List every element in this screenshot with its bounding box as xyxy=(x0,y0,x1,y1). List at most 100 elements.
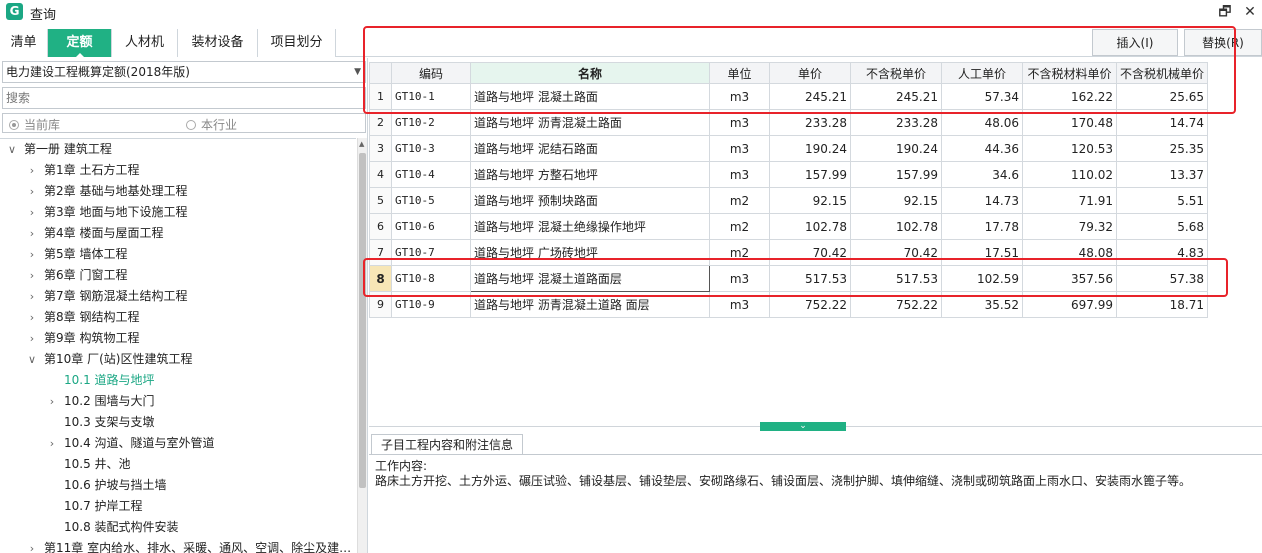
unit-cell[interactable]: m2 xyxy=(709,213,770,240)
material-price-cell[interactable]: 120.53 xyxy=(1022,135,1117,162)
tree-item[interactable]: 10.8 装配式构件安装 xyxy=(0,517,356,538)
table-row[interactable]: 5 GT10-5 道路与地坪 预制块路面 m2 92.15 92.15 14.73 71.91… xyxy=(369,187,1209,214)
name-cell[interactable]: 道路与地坪 预制块路面 xyxy=(470,187,710,214)
chevron-right-icon[interactable]: › xyxy=(26,181,38,202)
tree-item[interactable]: 10.5 井、池 xyxy=(0,454,356,475)
price-ex-tax-cell[interactable]: 190.24 xyxy=(850,135,942,162)
machine-price-cell[interactable]: 5.51 xyxy=(1115,187,1209,214)
radio-industry[interactable]: 本行业 xyxy=(186,116,237,133)
close-icon[interactable]: ✕ xyxy=(1240,2,1260,22)
price-header[interactable]: 单价 xyxy=(769,62,851,84)
code-cell[interactable]: GT10-9 xyxy=(391,291,471,318)
tab-work-content-info[interactable]: 子目工程内容和附注信息 xyxy=(371,434,524,455)
replace-button[interactable]: 替换(R) xyxy=(1184,29,1262,56)
code-header[interactable]: 编码 xyxy=(391,62,471,84)
tree-item[interactable]: › 第8章 钢结构工程 xyxy=(0,307,356,328)
code-cell[interactable]: GT10-3 xyxy=(391,135,471,162)
table-row[interactable]: 1 GT10-1 道路与地坪 混凝土路面 m3 245.21 245.21 57.34 162… xyxy=(369,83,1209,110)
name-cell[interactable]: 道路与地坪 混凝土绝缘操作地坪 xyxy=(470,213,710,240)
name-cell[interactable]: 道路与地坪 方整石地坪 xyxy=(470,161,710,188)
tree-item[interactable]: › 第9章 构筑物工程 xyxy=(0,328,356,349)
code-cell[interactable]: GT10-5 xyxy=(391,187,471,214)
chevron-right-icon[interactable]: › xyxy=(26,160,38,181)
price-cell[interactable]: 92.15 xyxy=(769,187,851,214)
code-cell[interactable]: GT10-6 xyxy=(391,213,471,240)
row-index[interactable]: 2 xyxy=(369,109,392,136)
chevron-right-icon[interactable]: › xyxy=(46,391,58,412)
row-index[interactable]: 6 xyxy=(369,213,392,240)
tree-item[interactable]: 10.7 护岸工程 xyxy=(0,496,356,517)
row-index[interactable]: 4 xyxy=(369,161,392,188)
tab-quota[interactable]: 定额 xyxy=(48,29,112,58)
chevron-right-icon[interactable]: › xyxy=(26,538,38,553)
price-ex-tax-cell[interactable]: 102.78 xyxy=(850,213,942,240)
chevron-down-icon[interactable]: ∨ xyxy=(26,349,38,370)
tab-equipment[interactable]: 装材设备 xyxy=(178,29,258,57)
scrollbar-thumb[interactable] xyxy=(359,153,366,488)
tab-labor-material-machine[interactable]: 人材机 xyxy=(112,29,178,57)
search-input[interactable] xyxy=(2,87,366,109)
quota-library-select[interactable]: 电力建设工程概算定额(2018年版) ▼ xyxy=(2,61,366,83)
material-price-cell[interactable]: 697.99 xyxy=(1022,291,1117,318)
row-index[interactable]: 9 xyxy=(369,291,392,318)
labor-price-cell[interactable]: 102.59 xyxy=(941,265,1023,292)
machine-price-cell[interactable]: 14.74 xyxy=(1115,109,1209,136)
machine-price-cell[interactable]: 18.71 xyxy=(1115,291,1209,318)
code-cell[interactable]: GT10-8 xyxy=(391,265,471,292)
machine-price-cell[interactable]: 25.65 xyxy=(1115,83,1209,110)
labor-price-cell[interactable]: 14.73 xyxy=(941,187,1023,214)
chevron-right-icon[interactable]: › xyxy=(26,244,38,265)
splitter-handle[interactable]: ⌄ xyxy=(760,422,846,431)
chevron-right-icon[interactable]: › xyxy=(26,265,38,286)
row-index[interactable]: 1 xyxy=(369,83,392,110)
chevron-right-icon[interactable]: › xyxy=(26,223,38,244)
unit-cell[interactable]: m3 xyxy=(709,135,770,162)
material-price-cell[interactable]: 170.48 xyxy=(1022,109,1117,136)
machine-price-cell[interactable]: 25.35 xyxy=(1115,135,1209,162)
tree-item[interactable]: 10.1 道路与地坪 xyxy=(0,370,356,391)
table-row[interactable]: 6 GT10-6 道路与地坪 混凝土绝缘操作地坪 m2 102.78 102.78 17.7… xyxy=(369,213,1209,240)
chevron-right-icon[interactable]: › xyxy=(26,307,38,328)
table-row[interactable]: 8 GT10-8 道路与地坪 混凝土道路面层 m3 517.53 517.53 102.59… xyxy=(369,265,1209,292)
chevron-down-icon[interactable]: ∨ xyxy=(6,139,18,160)
tree-item[interactable]: › 第3章 地面与地下设施工程 xyxy=(0,202,356,223)
material-price-cell[interactable]: 79.32 xyxy=(1022,213,1117,240)
unit-cell[interactable]: m2 xyxy=(709,239,770,266)
tab-list[interactable]: 清单 xyxy=(0,29,48,57)
price-cell[interactable]: 517.53 xyxy=(769,265,851,292)
unit-header[interactable]: 单位 xyxy=(709,62,770,84)
tree-item[interactable]: ∨ 第一册 建筑工程 xyxy=(0,139,356,160)
name-header[interactable]: 名称 xyxy=(470,62,710,84)
machine-price-cell[interactable]: 57.38 xyxy=(1115,265,1209,292)
row-index[interactable]: 8 xyxy=(369,265,392,292)
tree-item[interactable]: › 第5章 墙体工程 xyxy=(0,244,356,265)
chevron-right-icon[interactable]: › xyxy=(26,286,38,307)
material-price-cell[interactable]: 48.08 xyxy=(1022,239,1117,266)
code-cell[interactable]: GT10-4 xyxy=(391,161,471,188)
machine-price-cell[interactable]: 4.83 xyxy=(1115,239,1209,266)
price-cell[interactable]: 233.28 xyxy=(769,109,851,136)
labor-price-cell[interactable]: 44.36 xyxy=(941,135,1023,162)
material-price-cell[interactable]: 110.02 xyxy=(1022,161,1117,188)
tree-item[interactable]: › 第6章 门窗工程 xyxy=(0,265,356,286)
unit-cell[interactable]: m3 xyxy=(709,83,770,110)
tree-item[interactable]: 10.6 护坡与挡土墙 xyxy=(0,475,356,496)
table-row[interactable]: 3 GT10-3 道路与地坪 泥结石路面 m3 190.24 190.24 44.36 120… xyxy=(369,135,1209,162)
tree-scrollbar[interactable]: ▲ xyxy=(357,138,367,553)
price-ex-tax-cell[interactable]: 92.15 xyxy=(850,187,942,214)
table-row[interactable]: 2 GT10-2 道路与地坪 沥青混凝土路面 m3 233.28 233.28 48.06 1… xyxy=(369,109,1209,136)
price-cell[interactable]: 190.24 xyxy=(769,135,851,162)
price-ex-tax-cell[interactable]: 70.42 xyxy=(850,239,942,266)
labor-price-cell[interactable]: 57.34 xyxy=(941,83,1023,110)
tree-item[interactable]: › 第7章 钢筋混凝土结构工程 xyxy=(0,286,356,307)
labor-price-cell[interactable]: 34.6 xyxy=(941,161,1023,188)
radio-current-library[interactable]: 当前库 xyxy=(9,116,60,133)
material-price-cell[interactable]: 162.22 xyxy=(1022,83,1117,110)
table-row[interactable]: 9 GT10-9 道路与地坪 沥青混凝土道路 面层 m3 752.22 752.22 35.… xyxy=(369,291,1209,318)
unit-cell[interactable]: m2 xyxy=(709,187,770,214)
code-cell[interactable]: GT10-1 xyxy=(391,83,471,110)
chevron-right-icon[interactable]: › xyxy=(26,202,38,223)
price-ex-tax-cell[interactable]: 752.22 xyxy=(850,291,942,318)
machine-price-header[interactable]: 不含税机械单价 xyxy=(1115,62,1209,84)
price-cell[interactable]: 245.21 xyxy=(769,83,851,110)
